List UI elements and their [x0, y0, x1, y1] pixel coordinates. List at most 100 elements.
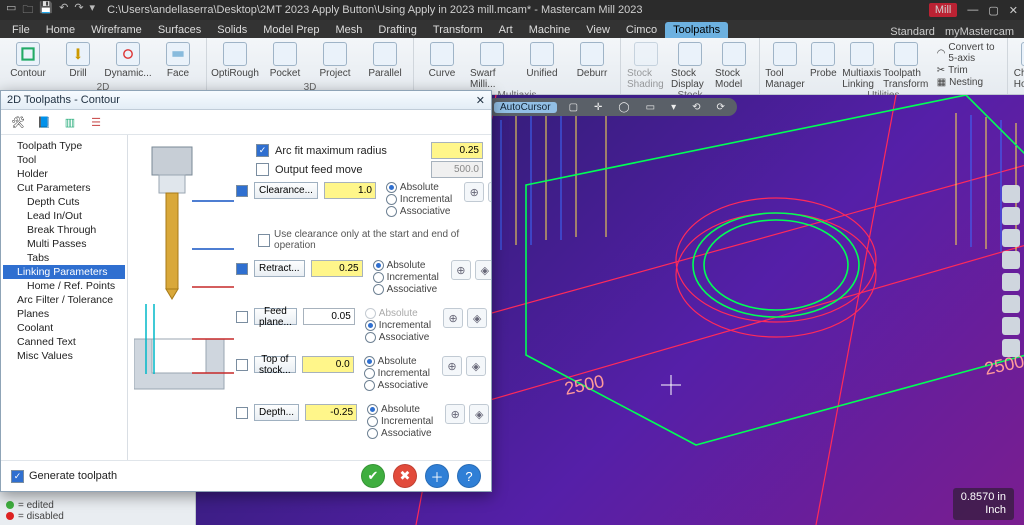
tab-file[interactable]: File: [4, 22, 38, 38]
nesting-button[interactable]: ▦ Nesting: [937, 77, 995, 88]
tree-node[interactable]: Linking Parameters: [3, 265, 125, 279]
row-button[interactable]: Depth...: [254, 404, 299, 421]
tool-manager-button[interactable]: Tool Manager: [766, 40, 804, 90]
tree-node[interactable]: Planes: [3, 307, 125, 321]
origin-icon[interactable]: ◈: [475, 260, 491, 280]
row-button[interactable]: Top of stock...: [254, 356, 296, 373]
pick-icon[interactable]: ⊕: [451, 260, 471, 280]
radio-incremental[interactable]: Incremental: [386, 194, 452, 205]
maximize-icon[interactable]: ▢: [988, 4, 998, 17]
tree-node[interactable]: Break Through: [3, 223, 125, 237]
row-button[interactable]: Retract...: [254, 260, 305, 277]
radio-absolute[interactable]: Absolute: [373, 260, 439, 271]
row-button[interactable]: Clearance...: [254, 182, 318, 199]
radio-absolute[interactable]: Absolute: [367, 404, 433, 415]
tree-node[interactable]: Home / Ref. Points: [3, 279, 125, 293]
radio-associative[interactable]: Associative: [373, 284, 439, 295]
undo-icon[interactable]: ↶: [59, 1, 68, 20]
radio-associative[interactable]: Associative: [386, 206, 452, 217]
new-icon[interactable]: ▭: [6, 1, 16, 20]
tree-node[interactable]: Lead In/Out: [3, 209, 125, 223]
use-clearance-checkbox[interactable]: [258, 234, 270, 247]
tab-view[interactable]: View: [578, 22, 618, 38]
optirough-button[interactable]: OptiRough: [213, 40, 257, 79]
selection-toolbar[interactable]: AutoCursor ▢ ✛ ◯ ▭ ▾ ⟲ ⟳: [486, 98, 737, 116]
cancel-button[interactable]: ✖: [393, 464, 417, 488]
row-enable-checkbox[interactable]: [236, 263, 248, 275]
pocket-button[interactable]: Pocket: [263, 40, 307, 79]
more-icon[interactable]: ▾: [90, 1, 96, 20]
origin-icon[interactable]: ◈: [467, 308, 487, 328]
arc-fit-checkbox[interactable]: [256, 144, 269, 157]
tree-node[interactable]: Tabs: [3, 251, 125, 265]
view-tool-icon[interactable]: [1002, 339, 1020, 357]
tab-solids[interactable]: Solids: [209, 22, 255, 38]
dialog-close-icon[interactable]: ✕: [476, 94, 485, 107]
row-value-input[interactable]: [302, 356, 354, 373]
view-tool-icon[interactable]: [1002, 185, 1020, 203]
row-enable-checkbox[interactable]: [236, 407, 248, 419]
parameter-tree[interactable]: Toolpath TypeToolHolderCut ParametersDep…: [1, 135, 128, 460]
tab-wireframe[interactable]: Wireframe: [83, 22, 150, 38]
tab-mesh[interactable]: Mesh: [327, 22, 370, 38]
pick-icon[interactable]: ⊕: [442, 356, 462, 376]
curve-button[interactable]: Curve: [420, 40, 464, 79]
check-holder-button[interactable]: Check Holder: [1014, 40, 1024, 90]
close-icon[interactable]: ✕: [1009, 4, 1018, 17]
radio-absolute[interactable]: Absolute: [365, 308, 431, 319]
tree-node[interactable]: Canned Text: [3, 335, 125, 349]
row-value-input[interactable]: [305, 404, 357, 421]
row-enable-checkbox[interactable]: [236, 359, 248, 371]
generate-toolpath-checkbox[interactable]: [11, 470, 24, 483]
stock-shading-button[interactable]: Stock Shading: [627, 40, 665, 90]
tool-icon[interactable]: 🛠: [9, 113, 27, 131]
radio-incremental[interactable]: Incremental: [365, 320, 431, 331]
radio-associative[interactable]: Associative: [365, 332, 431, 343]
open-icon[interactable]: 🗀: [22, 1, 33, 20]
row-enable-checkbox[interactable]: [236, 185, 248, 197]
tree-node[interactable]: Tool: [3, 153, 125, 167]
trim-button[interactable]: ✂ Trim: [937, 65, 995, 76]
unified-button[interactable]: Unified: [520, 40, 564, 79]
stock-model-button[interactable]: Stock Model: [715, 40, 753, 90]
tree-node[interactable]: Coolant: [3, 321, 125, 335]
tab-art[interactable]: Art: [491, 22, 521, 38]
pick-icon[interactable]: ⊕: [443, 308, 463, 328]
apply-button[interactable]: ＋: [425, 464, 449, 488]
workspace-my[interactable]: myMastercam: [945, 26, 1014, 38]
row-button[interactable]: Feed plane...: [254, 308, 297, 325]
book-icon[interactable]: 📘: [35, 113, 53, 131]
swarf-button[interactable]: Swarf Milli...: [470, 40, 514, 90]
minimize-icon[interactable]: —: [967, 4, 978, 17]
view-tool-icon[interactable]: [1002, 207, 1020, 225]
stock-display-button[interactable]: Stock Display: [671, 40, 709, 90]
radio-incremental[interactable]: Incremental: [367, 416, 433, 427]
multiaxis-linking-button[interactable]: Multiaxis Linking: [843, 40, 881, 90]
output-feed-checkbox[interactable]: [256, 163, 269, 176]
contour-button[interactable]: Contour: [6, 40, 50, 79]
tree-node[interactable]: Cut Parameters: [3, 181, 125, 195]
sel-icon[interactable]: ◯: [614, 102, 633, 113]
radio-absolute[interactable]: Absolute: [386, 182, 452, 193]
tab-modelprep[interactable]: Model Prep: [255, 22, 327, 38]
tree-node[interactable]: Toolpath Type: [3, 139, 125, 153]
save-icon[interactable]: 💾: [39, 1, 53, 20]
arc-fit-input[interactable]: [431, 142, 483, 159]
dynamic-button[interactable]: Dynamic...: [106, 40, 150, 79]
tab-machine[interactable]: Machine: [521, 22, 579, 38]
tree-node[interactable]: Misc Values: [3, 349, 125, 363]
radio-associative[interactable]: Associative: [367, 428, 433, 439]
chip-icon[interactable]: ▥: [61, 113, 79, 131]
deburr-button[interactable]: Deburr: [570, 40, 614, 79]
drill-button[interactable]: Drill: [56, 40, 100, 79]
tree-node[interactable]: Holder: [3, 167, 125, 181]
radio-absolute[interactable]: Absolute: [364, 356, 430, 367]
sel-icon[interactable]: ⟳: [713, 102, 729, 113]
row-value-input[interactable]: [324, 182, 376, 199]
tab-toolpaths[interactable]: Toolpaths: [665, 22, 728, 38]
view-tool-icon[interactable]: [1002, 317, 1020, 335]
help-button[interactable]: ?: [457, 464, 481, 488]
pick-icon[interactable]: ⊕: [445, 404, 465, 424]
workspace-standard[interactable]: Standard: [890, 26, 935, 38]
origin-icon[interactable]: ◈: [469, 404, 489, 424]
